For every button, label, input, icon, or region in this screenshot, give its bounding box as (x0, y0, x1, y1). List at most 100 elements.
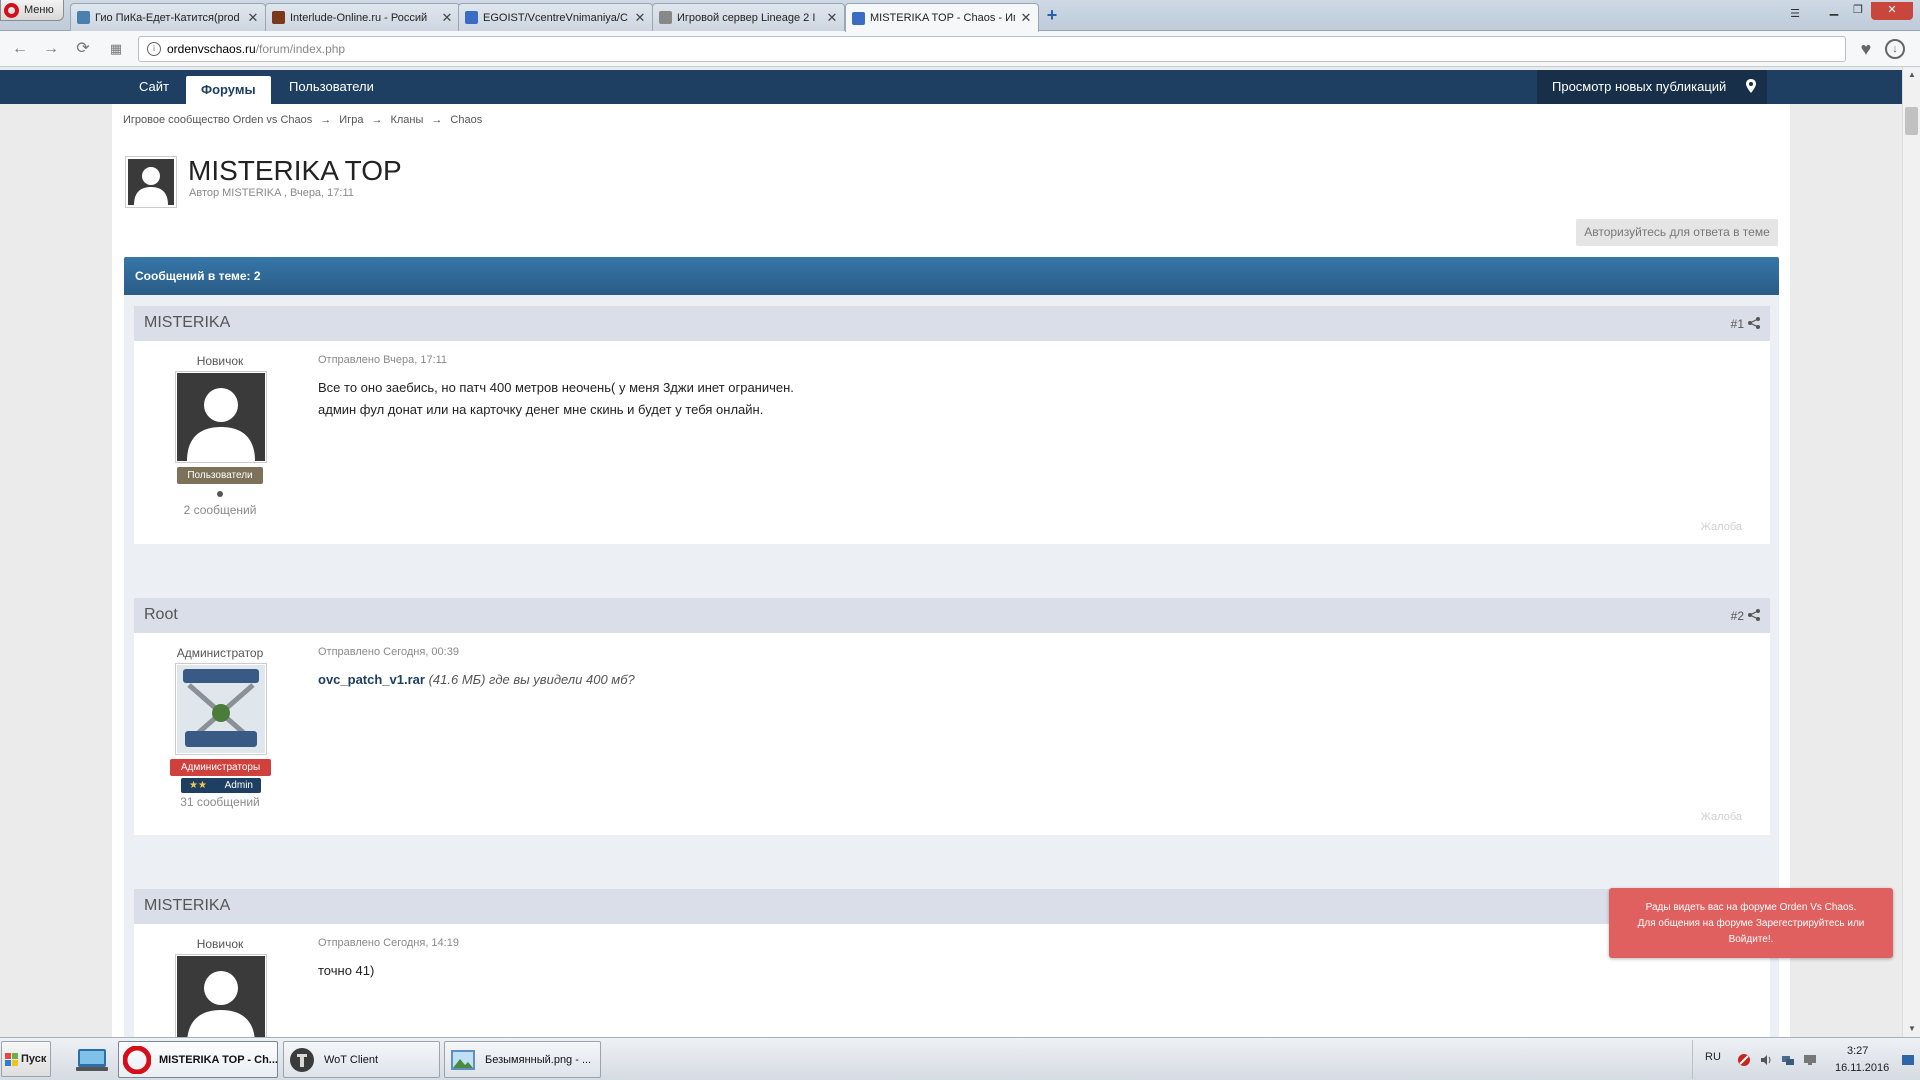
close-tab-icon[interactable]: ✕ (634, 10, 646, 26)
url-path: /forum/index.php (255, 42, 346, 56)
post-body: Новичок Отправлено Сегодня, 14:19 точно … (134, 924, 1770, 1037)
tab-menu-icon[interactable]: ☰ (1784, 6, 1806, 24)
reload-icon[interactable]: ⟳ (73, 39, 93, 59)
page-title: MISTERIKA TOP (188, 155, 402, 186)
post-author-name[interactable]: Root (144, 606, 178, 624)
group-badge: Администраторы (170, 759, 271, 776)
restore-button[interactable]: ❐ (1847, 2, 1869, 20)
notification-line: Войдите!. (1728, 934, 1774, 945)
browser-tab-2[interactable]: Interlude-Online.ru - Россий ✕ (265, 3, 460, 31)
taskbar-image-viewer[interactable]: Безымянный.png - ... (444, 1041, 601, 1078)
breadcrumb: Игровое сообщество Orden vs Chaos → Игра… (123, 114, 482, 126)
admin-title-label: Admin (224, 780, 253, 791)
site-info-icon[interactable]: i (147, 42, 161, 56)
windows-logo-icon (5, 1052, 18, 1066)
report-link[interactable]: Жалоба (1701, 521, 1742, 533)
scroll-down-icon[interactable]: ▼ (1903, 1021, 1920, 1037)
author-rank: Новичок (196, 354, 244, 368)
show-desktop-icon[interactable] (1901, 1053, 1915, 1067)
close-tab-icon[interactable]: ✕ (826, 10, 838, 26)
breadcrumb-arrow-icon: → (371, 114, 383, 126)
antivirus-icon[interactable] (1737, 1053, 1751, 1067)
taskbar-wot-client[interactable]: WoT Client (283, 1041, 440, 1078)
opera-icon (123, 1045, 151, 1074)
taskbar-opera[interactable]: MISTERIKA TOP - Ch... (118, 1041, 278, 1078)
author-column: Новичок (134, 924, 306, 1037)
browser-tab-bar: Меню Гио ПиКа-Едет-Катится(prod ✕ Interl… (0, 0, 1920, 32)
author-avatar[interactable] (175, 954, 267, 1037)
default-user-icon (128, 159, 174, 205)
browser-tab-4[interactable]: Игровой сервер Lineage 2 I ✕ (652, 3, 845, 31)
attachment-link[interactable]: ovc_patch_v1.rar (318, 672, 425, 687)
nav-site[interactable]: Сайт (124, 70, 184, 104)
tab-label: Гио ПиКа-Едет-Катится(prod (95, 11, 240, 24)
share-icon[interactable] (1748, 609, 1760, 621)
welcome-notification[interactable]: Рады видеть вас на форуме Orden Vs Chaos… (1609, 888, 1893, 958)
breadcrumb-link[interactable]: Игровое сообщество Orden vs Chaos (123, 114, 312, 126)
post-number[interactable]: #2 (1731, 609, 1744, 623)
browser-tab-3[interactable]: EGOIST/VcentreVnimaniya/C ✕ (458, 3, 653, 31)
back-icon[interactable]: ← (10, 39, 30, 59)
post-number[interactable]: #1 (1731, 317, 1744, 331)
nav-users[interactable]: Пользователи (274, 70, 389, 104)
page-scrollbar[interactable]: ▲ ▼ (1902, 67, 1920, 1037)
notification-line: Рады видеть вас на форуме Orden Vs Chaos… (1645, 902, 1857, 913)
breadcrumb-link[interactable]: Chaos (450, 114, 482, 126)
post-header: MISTERIKA #3 (134, 889, 1770, 924)
nav-forums[interactable]: Форумы (186, 76, 271, 104)
forward-icon[interactable]: → (41, 39, 61, 59)
tab-label: MISTERIKA TOP - Chaos - Иг (870, 12, 1015, 24)
post-author-name[interactable]: MISTERIKA (144, 314, 230, 332)
download-icon[interactable]: ↓ (1885, 39, 1905, 59)
login-to-reply-button[interactable]: Авторизуйтесь для ответа в теме (1576, 219, 1778, 246)
scrollbar-thumb[interactable] (1905, 107, 1918, 135)
post-date: Отправлено Вчера, 17:11 (318, 354, 448, 366)
topic-author-avatar[interactable] (125, 156, 177, 208)
opera-menu-button[interactable]: Меню (0, 0, 64, 21)
tab-label: Игровой сервер Lineage 2 I (677, 11, 816, 24)
post-body: Новичок Пользователи 2 сообщений Отправл… (134, 341, 1770, 544)
scroll-up-icon[interactable]: ▲ (1903, 67, 1920, 83)
bookmark-heart-icon[interactable]: ♥ (1855, 38, 1877, 60)
close-tab-icon[interactable]: ✕ (441, 10, 453, 26)
volume-icon[interactable] (1759, 1053, 1773, 1067)
new-publications-link[interactable]: Просмотр новых публикаций (1537, 70, 1767, 104)
language-indicator[interactable]: RU (1705, 1051, 1721, 1063)
breadcrumb-link[interactable]: Кланы (390, 114, 423, 126)
default-user-icon (177, 956, 265, 1037)
url-field[interactable]: i ordenvschaos.ru /forum/index.php (138, 36, 1846, 62)
start-button[interactable]: Пуск (1, 1041, 51, 1077)
author-avatar[interactable] (175, 371, 267, 463)
browser-tab-1[interactable]: Гио ПиКа-Едет-Катится(prod ✕ (70, 3, 266, 31)
attachment-meta: (41.6 МБ) где вы увидели 400 мб? (428, 672, 635, 687)
browser-tab-active[interactable]: MISTERIKA TOP - Chaos - Иг ✕ (845, 3, 1039, 32)
opera-logo-icon (4, 2, 19, 18)
task-label: Безымянный.png - ... (485, 1053, 592, 1066)
report-link[interactable]: Жалоба (1701, 811, 1742, 823)
post-author-name[interactable]: MISTERIKA (144, 897, 230, 915)
minimize-button[interactable]: ▁ (1823, 2, 1845, 20)
display-icon[interactable] (1803, 1053, 1817, 1067)
network-icon[interactable] (1781, 1053, 1795, 1067)
author-posts-count: 31 сообщений (180, 795, 260, 809)
wot-client-icon (290, 1047, 314, 1072)
close-tab-icon[interactable]: ✕ (247, 10, 259, 26)
location-pin-icon[interactable] (1746, 79, 1756, 93)
desktop-quicklaunch-icon[interactable] (72, 1043, 112, 1075)
author-posts-count: 2 сообщений (183, 503, 257, 517)
share-icon[interactable] (1748, 317, 1760, 329)
tab-favicon-icon (77, 11, 90, 24)
close-tab-icon[interactable]: ✕ (1020, 10, 1032, 26)
address-toolbar: ← → ⟳ ▦ i ordenvschaos.ru /forum/index.p… (0, 31, 1920, 67)
new-tab-button[interactable]: + (1042, 6, 1062, 26)
clan-emblem-icon (177, 665, 265, 753)
breadcrumb-link[interactable]: Игра (339, 114, 363, 126)
author-avatar[interactable] (175, 663, 267, 755)
close-window-button[interactable]: ✕ (1871, 2, 1913, 20)
post-content: ovc_patch_v1.rar (41.6 МБ) где вы увидел… (318, 669, 635, 691)
speed-dial-icon[interactable]: ▦ (106, 39, 126, 59)
clock-time[interactable]: 3:27 (1847, 1045, 1868, 1057)
task-label: WoT Client (324, 1053, 379, 1066)
tab-favicon-icon (659, 11, 672, 24)
clock-date[interactable]: 16.11.2016 (1835, 1062, 1889, 1074)
